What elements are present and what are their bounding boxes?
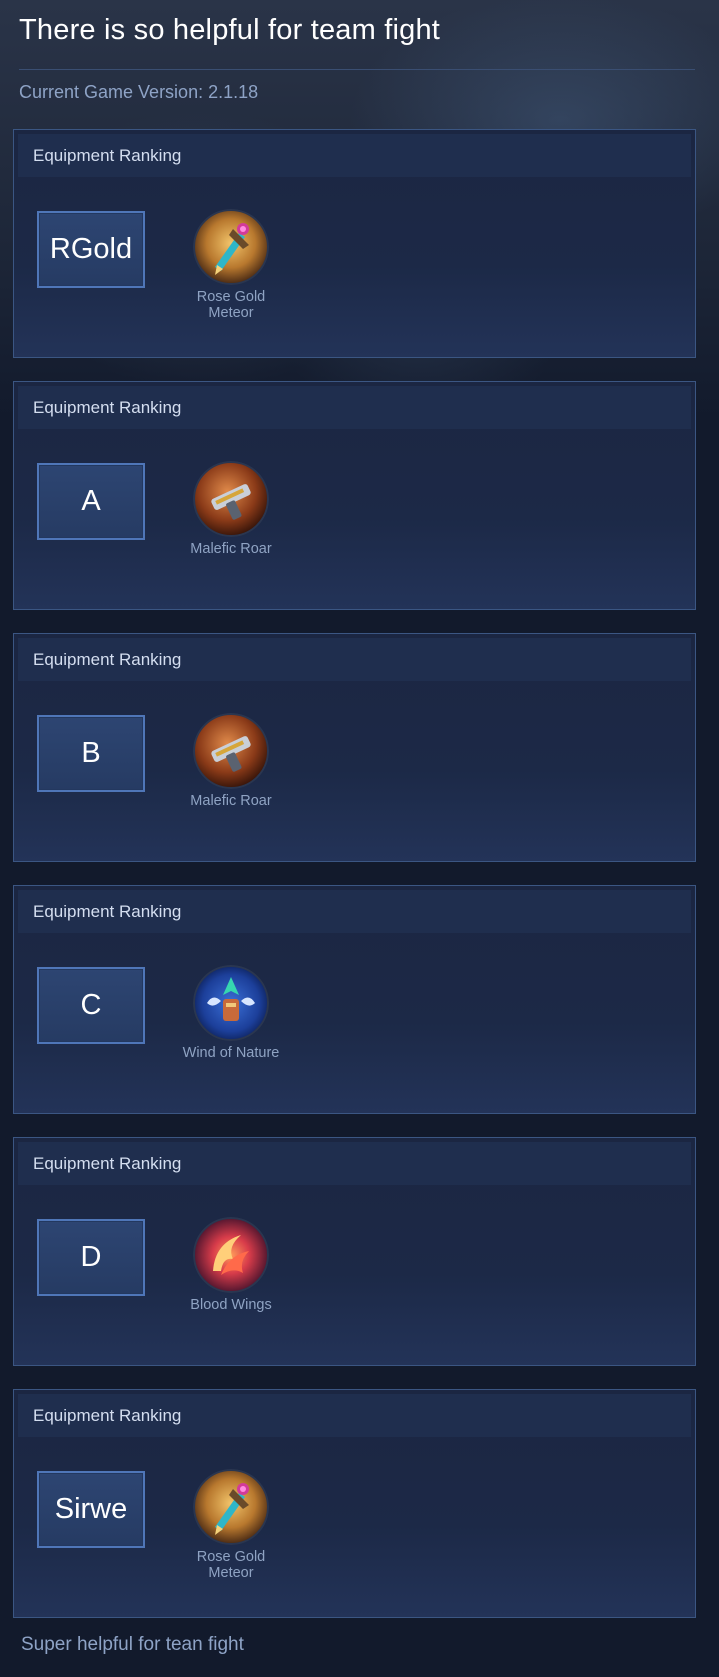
equipment-name: Malefic Roar xyxy=(190,793,272,809)
malefic-roar-icon[interactable] xyxy=(193,461,269,537)
equipment-item[interactable]: Blood Wings xyxy=(171,1217,291,1313)
ranking-card: Equipment Ranking C Wind of Nature xyxy=(13,885,696,1114)
rose-gold-meteor-icon[interactable] xyxy=(193,209,269,285)
ranking-card: Equipment Ranking RGold Rose Gold Meteor xyxy=(13,129,696,358)
equipment-name: Rose Gold Meteor xyxy=(196,289,266,321)
equipment-name: Malefic Roar xyxy=(190,541,272,557)
ranking-list: Equipment Ranking RGold Rose Gold Meteor… xyxy=(13,129,696,1641)
footer-note: Super helpful for tean fight xyxy=(21,1634,244,1655)
ranking-card: Equipment Ranking D Blood Wings xyxy=(13,1137,696,1366)
equipment-item[interactable]: Rose Gold Meteor xyxy=(171,1469,291,1581)
ranking-card: Equipment Ranking A Malefic Roar xyxy=(13,381,696,610)
equipment-item[interactable]: Malefic Roar xyxy=(171,713,291,809)
tier-label: D xyxy=(80,1241,102,1273)
card-header: Equipment Ranking xyxy=(18,1142,691,1185)
page-title: There is so helpful for team fight xyxy=(19,14,441,46)
game-version: Current Game Version: 2.1.18 xyxy=(19,82,259,102)
equipment-item[interactable]: Malefic Roar xyxy=(171,461,291,557)
card-header: Equipment Ranking xyxy=(18,890,691,933)
card-header-label: Equipment Ranking xyxy=(33,650,182,669)
card-header: Equipment Ranking xyxy=(18,1394,691,1437)
card-header-label: Equipment Ranking xyxy=(33,398,182,417)
equipment-item[interactable]: Wind of Nature xyxy=(171,965,291,1061)
card-header-label: Equipment Ranking xyxy=(33,1406,182,1425)
card-header-label: Equipment Ranking xyxy=(33,1154,182,1173)
tier-label: B xyxy=(81,737,101,769)
blood-wings-icon[interactable] xyxy=(193,1217,269,1293)
wind-of-nature-icon[interactable] xyxy=(193,965,269,1041)
equipment-name: Wind of Nature xyxy=(182,1045,280,1061)
tier-label: C xyxy=(80,989,102,1021)
tier-label: Sirwe xyxy=(54,1493,128,1525)
tier-label: A xyxy=(81,485,101,517)
tier-label: RGold xyxy=(49,233,133,265)
card-header: Equipment Ranking xyxy=(18,134,691,177)
card-header-label: Equipment Ranking xyxy=(33,146,182,165)
malefic-roar-icon[interactable] xyxy=(193,713,269,789)
rose-gold-meteor-icon[interactable] xyxy=(193,1469,269,1545)
tier-badge: A xyxy=(37,463,145,540)
card-header: Equipment Ranking xyxy=(18,638,691,681)
equipment-name: Rose Gold Meteor xyxy=(196,1549,266,1581)
ranking-card: Equipment Ranking Sirwe Rose Gold Meteor xyxy=(13,1389,696,1618)
tier-badge: D xyxy=(37,1219,145,1296)
tier-badge: C xyxy=(37,967,145,1044)
tier-badge: Sirwe xyxy=(37,1471,145,1548)
ranking-card: Equipment Ranking B Malefic Roar xyxy=(13,633,696,862)
equipment-name: Blood Wings xyxy=(190,1297,272,1313)
card-header-label: Equipment Ranking xyxy=(33,902,182,921)
page: There is so helpful for team fight Curre… xyxy=(0,0,719,1677)
title-divider xyxy=(19,69,695,70)
tier-badge: RGold xyxy=(37,211,145,288)
equipment-item[interactable]: Rose Gold Meteor xyxy=(171,209,291,321)
tier-badge: B xyxy=(37,715,145,792)
card-header: Equipment Ranking xyxy=(18,386,691,429)
